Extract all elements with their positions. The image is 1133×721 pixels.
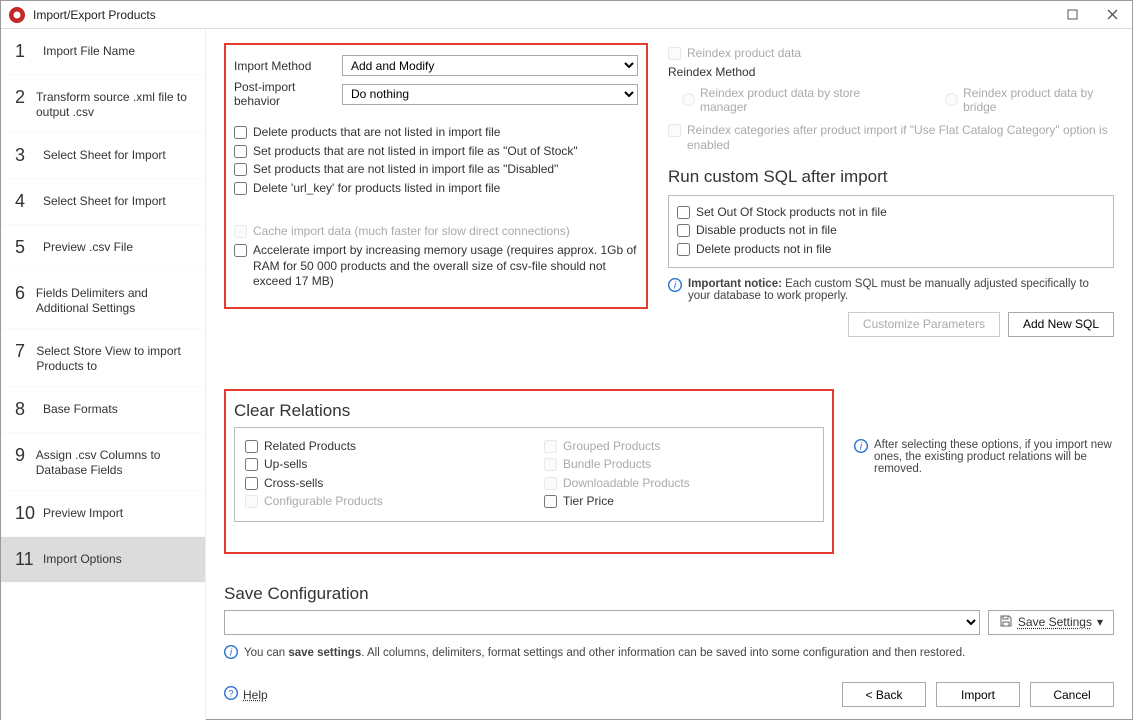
help-icon: ? xyxy=(224,686,238,703)
svg-text:i: i xyxy=(230,647,233,658)
close-button[interactable] xyxy=(1092,1,1132,29)
window-title: Import/Export Products xyxy=(33,8,1052,22)
save-settings-button[interactable]: Save Settings ▾ xyxy=(988,610,1114,635)
step-2[interactable]: 2Transform source .xml file to output .c… xyxy=(1,75,205,133)
info-icon: i xyxy=(668,278,682,302)
import-method-select[interactable]: Add and Modify xyxy=(342,55,638,76)
chk-cache-import: Cache import data (much faster for slow … xyxy=(234,224,638,240)
steps-sidebar: 1Import File Name 2Transform source .xml… xyxy=(1,29,206,721)
radio-reindex-bridge: Reindex product data by bridge xyxy=(945,86,1114,114)
chk-reindex-data: Reindex product data xyxy=(668,46,1114,62)
info-icon: i xyxy=(854,439,868,475)
chk-sql-disable[interactable]: Disable products not in file xyxy=(677,223,1105,239)
post-import-label: Post-import behavior xyxy=(234,80,342,108)
step-3[interactable]: 3Select Sheet for Import xyxy=(1,133,205,179)
svg-text:i: i xyxy=(860,441,863,452)
app-icon xyxy=(7,5,27,25)
svg-text:?: ? xyxy=(228,689,233,700)
chk-related-products[interactable]: Related Products xyxy=(245,439,514,455)
clear-relations-notice: i After selecting these options, if you … xyxy=(854,439,1114,475)
chk-set-oos[interactable]: Set products that are not listed in impo… xyxy=(234,144,638,160)
import-button[interactable]: Import xyxy=(936,682,1020,707)
chk-upsells[interactable]: Up-sells xyxy=(245,457,514,473)
post-import-select[interactable]: Do nothing xyxy=(342,84,638,105)
add-new-sql-button[interactable]: Add New SQL xyxy=(1008,312,1114,337)
step-10[interactable]: 10Preview Import xyxy=(1,491,205,537)
import-method-group: Import Method Add and Modify Post-import… xyxy=(224,43,648,309)
step-1[interactable]: 1Import File Name xyxy=(1,29,205,75)
step-4[interactable]: 4Select Sheet for Import xyxy=(1,179,205,225)
chk-crosssells[interactable]: Cross-sells xyxy=(245,476,514,492)
save-config-select[interactable] xyxy=(224,610,980,635)
step-11[interactable]: 11Import Options xyxy=(1,537,205,583)
chk-grouped: Grouped Products xyxy=(544,439,813,455)
chk-set-disabled[interactable]: Set products that are not listed in impo… xyxy=(234,162,638,178)
save-config-title: Save Configuration xyxy=(224,584,1114,604)
customize-parameters-button: Customize Parameters xyxy=(848,312,1000,337)
step-7[interactable]: 7Select Store View to import Products to xyxy=(1,329,205,387)
back-button[interactable]: < Back xyxy=(842,682,926,707)
chk-reindex-cats: Reindex categories after product import … xyxy=(668,123,1114,154)
reindex-method-label: Reindex Method xyxy=(668,65,1114,79)
radio-reindex-mgr: Reindex product data by store manager xyxy=(682,86,891,114)
svg-text:i: i xyxy=(674,280,677,291)
main-panel: Import Method Add and Modify Post-import… xyxy=(206,29,1132,721)
sql-section-title: Run custom SQL after import xyxy=(668,167,1114,187)
chk-accelerate-import[interactable]: Accelerate import by increasing memory u… xyxy=(234,243,638,290)
help-link[interactable]: ? Help xyxy=(224,686,268,703)
step-5[interactable]: 5Preview .csv File xyxy=(1,225,205,271)
chk-downloadable: Downloadable Products xyxy=(544,476,813,492)
chk-bundle: Bundle Products xyxy=(544,457,813,473)
import-method-label: Import Method xyxy=(234,59,342,73)
titlebar: Import/Export Products xyxy=(1,1,1132,29)
chk-tier-price[interactable]: Tier Price xyxy=(544,494,813,510)
step-9[interactable]: 9Assign .csv Columns to Database Fields xyxy=(1,433,205,491)
save-icon xyxy=(999,614,1013,631)
clear-relations-group: Clear Relations Related Products Up-sell… xyxy=(224,389,834,554)
cancel-button[interactable]: Cancel xyxy=(1030,682,1114,707)
sql-notice: i Important notice: Each custom SQL must… xyxy=(668,278,1114,302)
maximize-button[interactable] xyxy=(1052,1,1092,29)
chk-sql-set-oos[interactable]: Set Out Of Stock products not in file xyxy=(677,205,1105,221)
clear-relations-title: Clear Relations xyxy=(234,401,824,421)
save-hint: i You can save settings. All columns, de… xyxy=(224,645,1114,662)
info-icon: i xyxy=(224,645,238,662)
step-6[interactable]: 6Fields Delimiters and Additional Settin… xyxy=(1,271,205,329)
sql-box: Set Out Of Stock products not in file Di… xyxy=(668,195,1114,268)
chk-sql-delete[interactable]: Delete products not in file xyxy=(677,242,1105,258)
chk-configurable: Configurable Products xyxy=(245,494,514,510)
chk-delete-urlkey[interactable]: Delete 'url_key' for products listed in … xyxy=(234,181,638,197)
step-8[interactable]: 8Base Formats xyxy=(1,387,205,433)
chk-delete-not-listed[interactable]: Delete products that are not listed in i… xyxy=(234,125,638,141)
